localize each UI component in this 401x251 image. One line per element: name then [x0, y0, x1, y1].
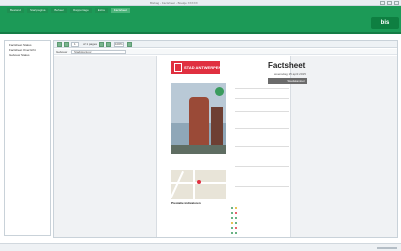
document-area[interactable]: STAD ANTWERPEN Factsheet woensdag 15 apr… — [54, 56, 397, 237]
report-toolbar: 1 of 1 pages 100% — [54, 41, 397, 48]
table-row — [171, 221, 291, 225]
city-header-label: STAD ANTWERPEN — [184, 65, 222, 70]
maximize-icon[interactable] — [387, 1, 392, 5]
tab-extra[interactable]: Extra — [94, 8, 108, 13]
factsheet-date: woensdag 15 april 2015 — [274, 72, 306, 76]
next-page-icon[interactable] — [99, 42, 104, 47]
prev-page-icon[interactable] — [64, 42, 69, 47]
zoom-slider[interactable] — [377, 247, 397, 249]
page-number: 1 — [74, 42, 76, 46]
minimize-icon[interactable] — [380, 1, 385, 5]
city-header: STAD ANTWERPEN — [171, 61, 222, 74]
tab-beheer[interactable]: Beheer — [51, 8, 68, 13]
page-count: of 1 pages — [83, 42, 98, 46]
tab-rapportage[interactable]: Rapportage — [70, 8, 92, 13]
city-logo-icon — [174, 63, 182, 72]
table-row — [171, 216, 291, 220]
status-bar — [0, 243, 401, 251]
zoom-level: 100% — [115, 42, 123, 46]
refresh-icon[interactable] — [127, 42, 132, 47]
first-page-icon[interactable] — [57, 42, 62, 47]
map-pin-icon — [197, 180, 201, 184]
parameter-field[interactable]: Stadskantoor — [71, 50, 126, 54]
location-map — [171, 170, 226, 199]
building-photo — [171, 83, 226, 154]
building-name-bar: Stadskantoor — [268, 78, 307, 84]
factsheet-title: Factsheet — [268, 61, 306, 70]
ribbon: Bestand Startpagina Beheer Rapportage Ex… — [0, 6, 401, 34]
last-page-icon[interactable] — [106, 42, 111, 47]
table-row — [171, 231, 291, 235]
report-page: STAD ANTWERPEN Factsheet woensdag 15 apr… — [156, 56, 307, 237]
sidebar: Factsheet Status Factsheet Overzicht Geb… — [4, 40, 51, 236]
table-row — [171, 226, 291, 230]
ribbon-tabs: Bestand Startpagina Beheer Rapportage Ex… — [7, 8, 130, 13]
sidebar-item-gebouw-status[interactable]: Gebouw Status — [5, 53, 50, 58]
table-row — [171, 206, 291, 210]
report-viewer: 1 of 1 pages 100% Gebouw Stadskantoor ST… — [53, 40, 398, 238]
tab-factsheet[interactable]: Factsheet — [110, 8, 130, 13]
parameter-label: Gebouw — [56, 50, 68, 54]
parameter-bar: Gebouw Stadskantoor — [54, 49, 397, 55]
table-row — [171, 211, 291, 215]
close-icon[interactable] — [394, 1, 399, 5]
tab-startpagina[interactable]: Startpagina — [27, 8, 49, 13]
section-title: Prestatie indicatoren — [171, 201, 201, 205]
tab-bestand[interactable]: Bestand — [7, 8, 25, 13]
energy-label-icon — [215, 87, 224, 96]
app-logo: bis — [371, 17, 399, 29]
